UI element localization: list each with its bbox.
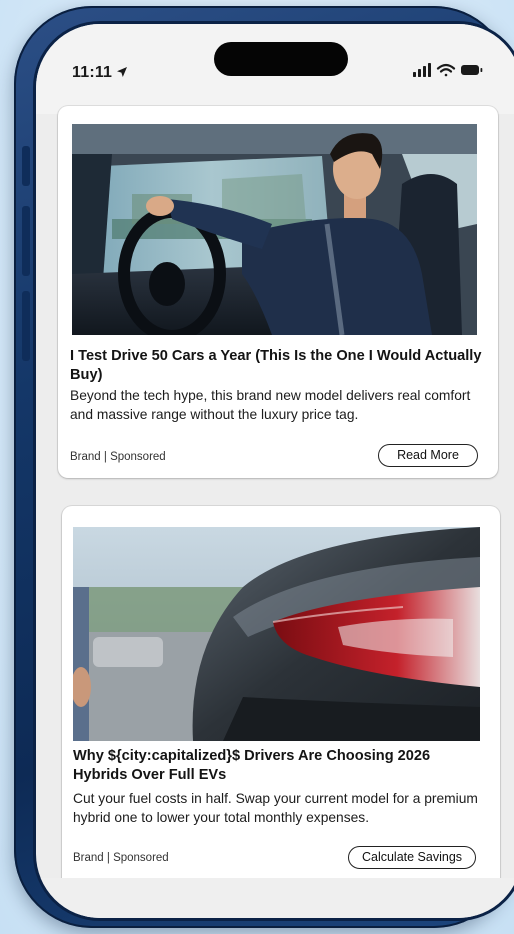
ad-card[interactable]: Why ${city:capitalized}$ Drivers Are Cho…	[62, 506, 500, 890]
ad-headline[interactable]: I Test Drive 50 Cars a Year (This Is the…	[70, 347, 486, 385]
home-indicator-area	[36, 878, 514, 918]
dynamic-island	[214, 42, 348, 76]
ad-description: Beyond the tech hype, this brand new mod…	[70, 388, 471, 422]
signal-icon	[413, 63, 431, 77]
volume-up-button	[22, 206, 30, 276]
man-driving-car-photo[interactable]	[72, 124, 477, 335]
status-time: 11:11	[72, 64, 113, 81]
sponsored-label: Brand | Sponsored	[70, 451, 166, 463]
battery-icon	[461, 65, 483, 75]
location-arrow-icon	[117, 67, 127, 77]
wifi-icon	[436, 63, 456, 77]
mute-switch	[22, 146, 30, 186]
phone-frame: 11:11 I Test Drive 50 Cars a Year (This …	[14, 6, 514, 928]
volume-down-button	[22, 291, 30, 361]
status-bar: 11:11	[36, 24, 514, 114]
car-taillight-photo[interactable]	[73, 527, 480, 741]
calculate-savings-button[interactable]: Calculate Savings	[348, 846, 476, 869]
read-more-button[interactable]: Read More	[378, 444, 478, 467]
ad-headline[interactable]: Why ${city:capitalized}$ Drivers Are Cho…	[73, 747, 483, 785]
ad-description: Cut your fuel costs in half. Swap your c…	[73, 791, 478, 825]
ad-card[interactable]: I Test Drive 50 Cars a Year (This Is the…	[58, 106, 498, 478]
sponsored-label: Brand | Sponsored	[73, 852, 169, 864]
phone-screen: 11:11 I Test Drive 50 Cars a Year (This …	[36, 24, 514, 918]
status-icons	[413, 63, 483, 77]
